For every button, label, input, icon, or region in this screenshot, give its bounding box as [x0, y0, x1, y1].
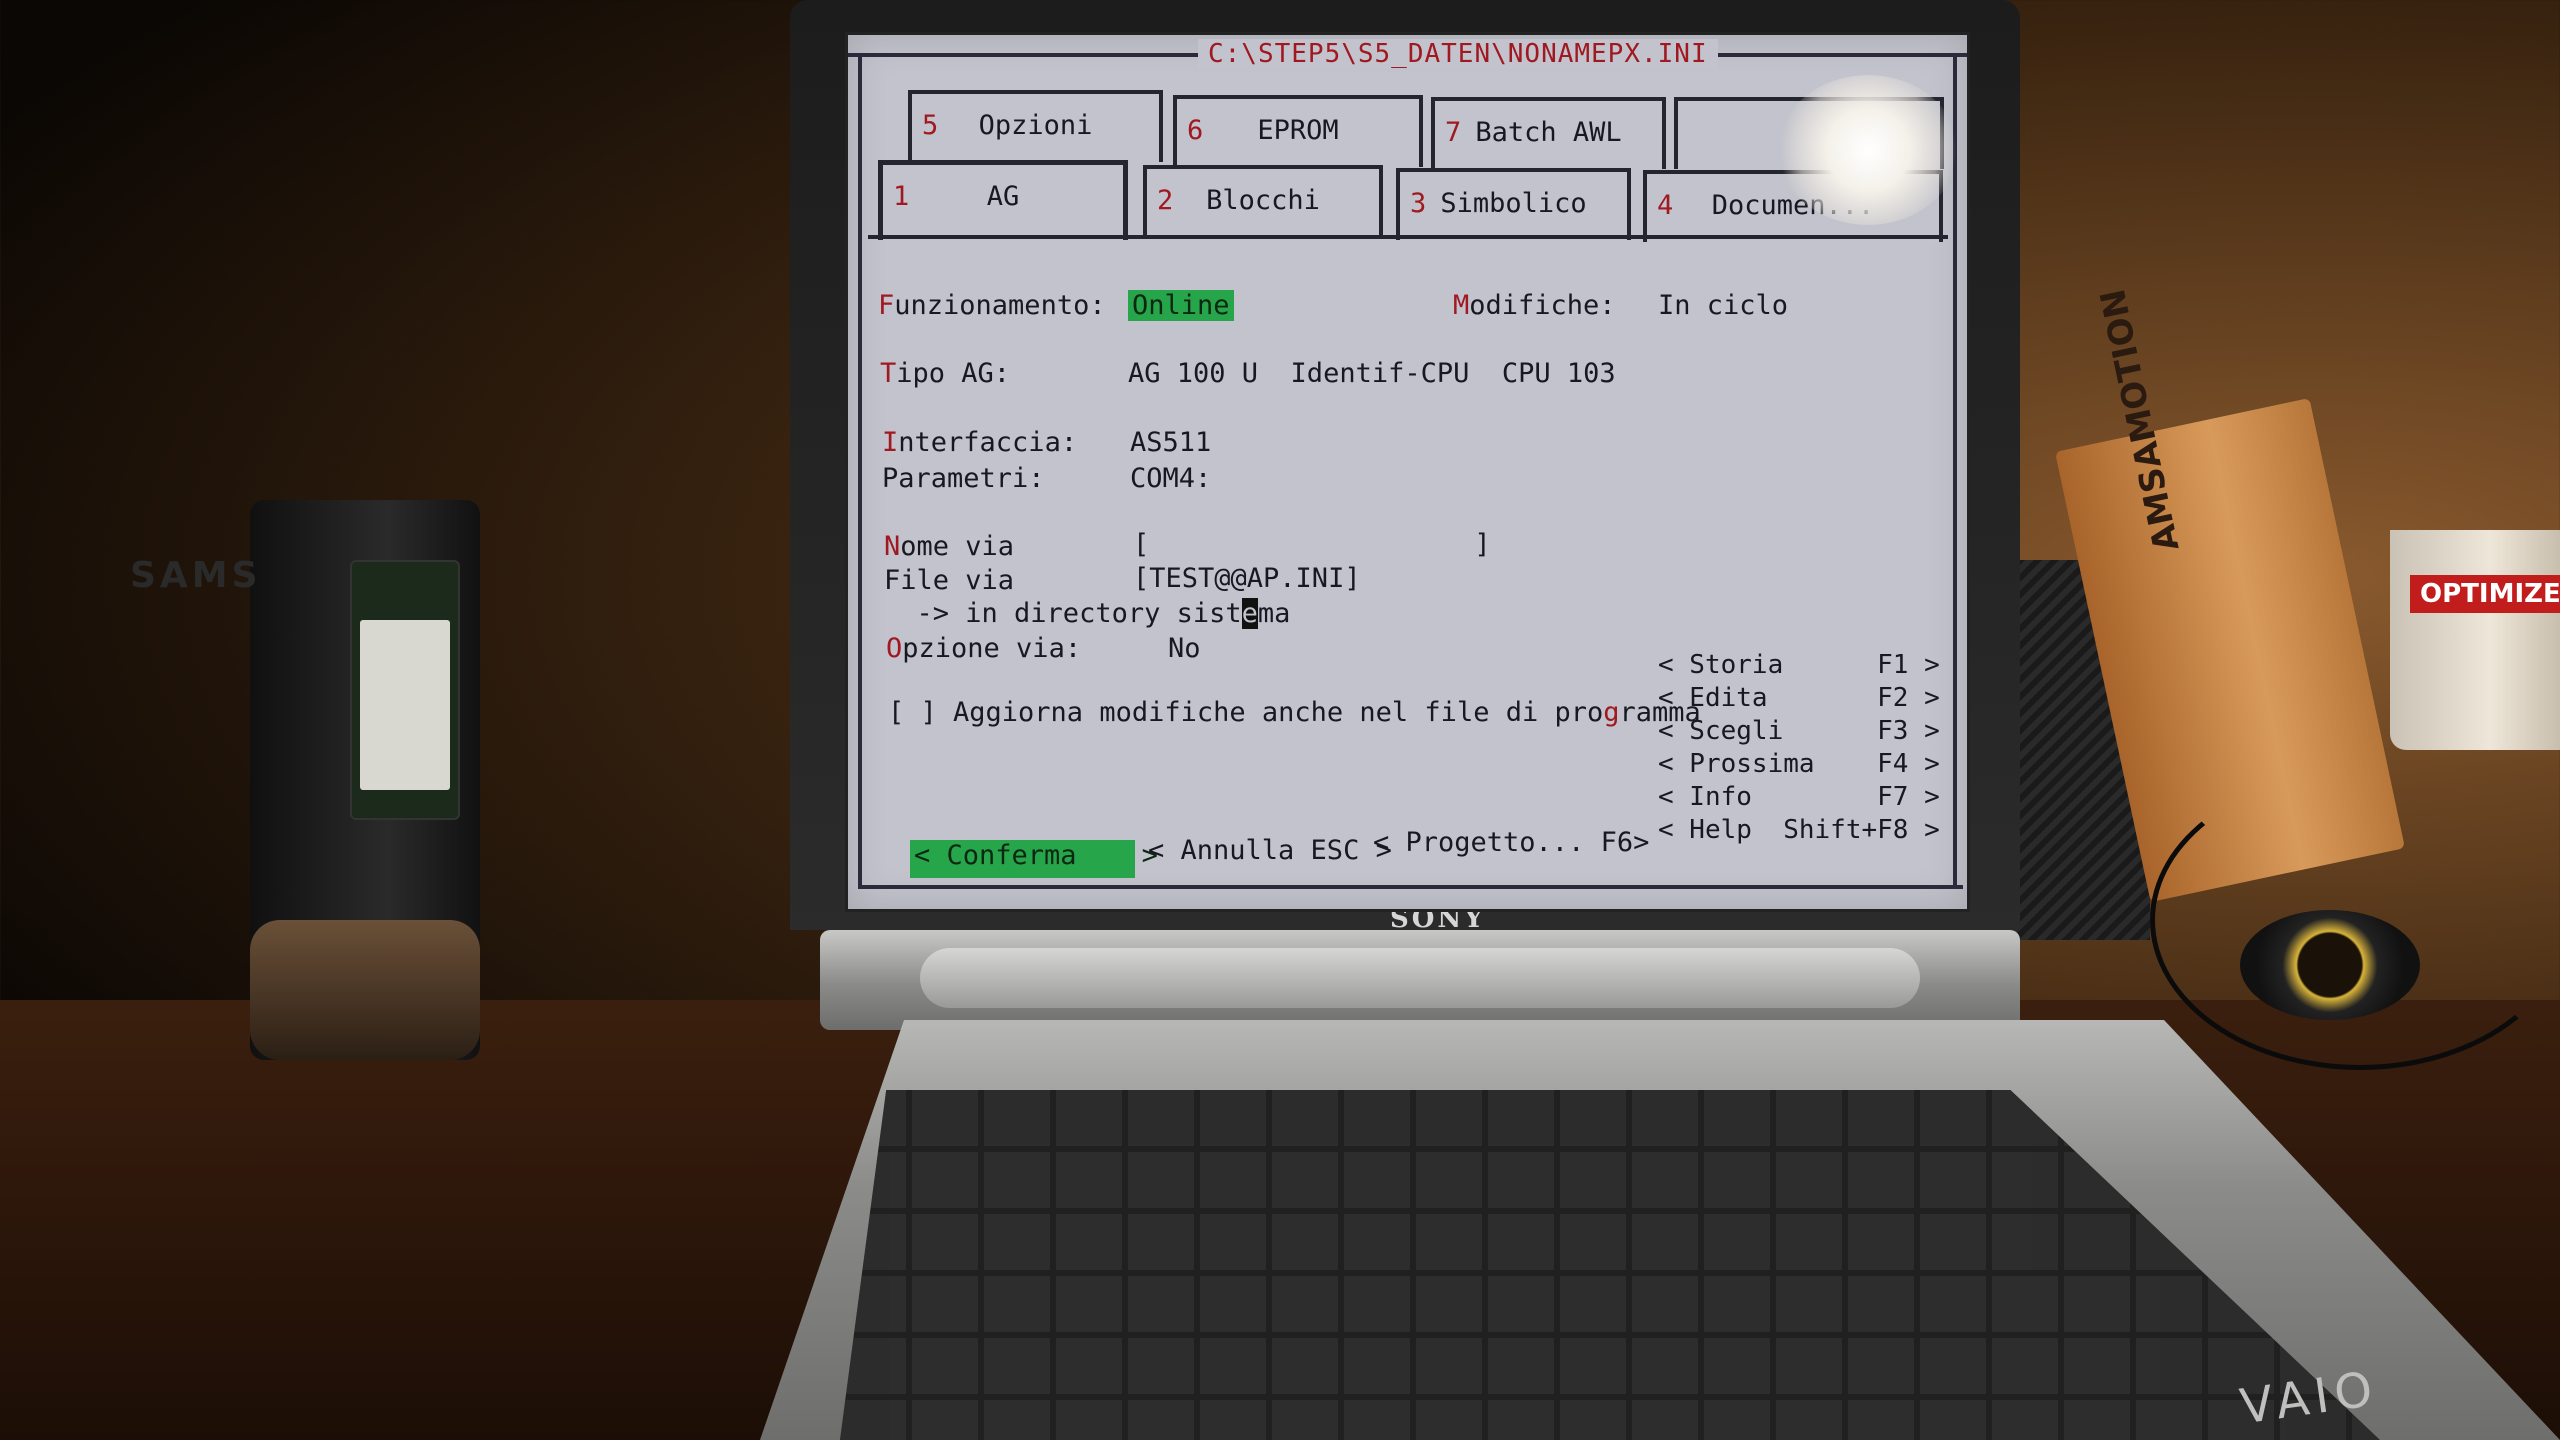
modifiche-row: Modifiche:	[1453, 290, 1616, 321]
tipo-ag-row: Tipo AG:	[880, 358, 1010, 389]
menu-prossima-button[interactable]: < Prossima F4 >	[1658, 749, 1940, 779]
tab-label: Batch AWL	[1475, 117, 1622, 148]
menu-help-button[interactable]: < Help Shift+F8 >	[1658, 815, 1940, 845]
hotkey-letter: g	[1603, 697, 1620, 728]
modifiche-label: odifiche:	[1469, 290, 1616, 321]
opzione-via-value[interactable]: No	[1168, 633, 1201, 664]
pen-mug: OPTIMIZE	[2390, 530, 2560, 750]
menu-storia-button[interactable]: < Storia F1 >	[1658, 650, 1940, 680]
hotkey-letter: M	[1453, 290, 1470, 321]
menu-info-button[interactable]: < Info F7 >	[1658, 782, 1940, 812]
box-brand: AMSAMOTION	[2092, 285, 2188, 555]
interfaccia-value[interactable]: AS511	[1130, 427, 1211, 458]
menu-scegli-button[interactable]: < Scegli F3 >	[1658, 716, 1940, 746]
window-frame-left	[858, 55, 862, 885]
tab-simbolico[interactable]: 3 Simbolico	[1396, 168, 1631, 240]
directory-text-end: ma	[1257, 598, 1291, 629]
tab-label: AG	[986, 181, 1020, 212]
tab-ag[interactable]: 1 AG	[878, 160, 1128, 240]
opzione-via-label: pzione via:	[902, 633, 1082, 664]
parametri-label: arametri:	[898, 463, 1045, 494]
hinge-bar	[920, 948, 1920, 1008]
parametri-row: Parametri:	[882, 463, 1045, 494]
laptop-hinge	[820, 930, 2020, 1030]
checkbox-text: [ ] Aggiorna modifiche anche nel file di…	[888, 697, 1604, 728]
text-cursor: e	[1241, 598, 1258, 629]
modifiche-value[interactable]: In ciclo	[1658, 290, 1788, 321]
parametri-value[interactable]: COM4:	[1130, 463, 1211, 494]
tab-opzioni[interactable]: 5 Opzioni	[908, 90, 1163, 162]
funzionamento-label: unzionamento:	[894, 290, 1106, 321]
nome-via-label: ome via	[900, 531, 1015, 562]
tipo-ag-label: ipo AG:	[896, 358, 1011, 389]
laptop-screen: C:\STEP5\S5_DATEN\NONAMEPX.INI 5 Opzioni…	[845, 32, 1970, 912]
window-frame-right	[1953, 55, 1957, 885]
hard-drive-dock	[250, 500, 480, 1060]
conferma-button[interactable]: < Conferma >	[910, 840, 1158, 878]
tab-label: Blocchi	[1206, 185, 1320, 216]
progetto-button[interactable]: < Progetto... F6>	[1373, 827, 1649, 858]
funzionamento-value[interactable]: Online	[1128, 290, 1234, 321]
interfaccia-row: Interfaccia:	[882, 427, 1077, 458]
interfaccia-label: nterfaccia:	[898, 427, 1078, 458]
directory-note: -> in directory sistema	[884, 598, 1290, 629]
drive-label	[360, 620, 450, 790]
tab-batch-awl[interactable]: 7 Batch AWL	[1431, 97, 1666, 169]
window-title: C:\STEP5\S5_DATEN\NONAMEPX.INI	[1198, 39, 1718, 69]
cable	[2150, 770, 2560, 1070]
nome-via-row: Nome via	[884, 531, 1014, 562]
tab-eprom[interactable]: 6 EPROM	[1173, 95, 1423, 167]
window-frame-bottom	[858, 885, 1963, 889]
hotkey-letter: N	[884, 531, 901, 562]
screen-glare	[1778, 75, 1958, 225]
hotkey-letter: T	[880, 358, 897, 389]
dock-brand: SAMS	[130, 555, 262, 596]
nome-via-input[interactable]: [ ]	[1133, 529, 1491, 560]
file-via-label: File via	[884, 565, 1015, 596]
hotkey-letter: F	[878, 290, 895, 321]
annulla-button[interactable]: < Annulla ESC >	[1148, 835, 1392, 866]
menu-edita-button[interactable]: < Edita F2 >	[1658, 683, 1940, 713]
tab-blocchi[interactable]: 2 Blocchi	[1143, 165, 1383, 237]
tab-label: Simbolico	[1440, 188, 1587, 219]
dock-base	[250, 920, 480, 1060]
mug-label: OPTIMIZE	[2410, 575, 2560, 613]
opzione-via-row: Opzione via:	[886, 633, 1081, 664]
tipo-ag-value[interactable]: AG 100 U Identif-CPU CPU 103	[1128, 358, 1616, 389]
directory-text: -> in directory sist	[884, 598, 1242, 629]
tab-label: EPROM	[1257, 115, 1339, 146]
funzionamento-row: Funzionamento:	[878, 290, 1106, 321]
hotkey-letter: I	[882, 427, 899, 458]
parametri-label-first: P	[882, 463, 899, 494]
hotkey-letter: O	[886, 633, 903, 664]
aggiorna-checkbox[interactable]: [ ] Aggiorna modifiche anche nel file di…	[888, 697, 1701, 728]
tab-label: Opzioni	[978, 110, 1093, 141]
file-via-value[interactable]: [TEST@@AP.INI]	[1133, 563, 1361, 594]
